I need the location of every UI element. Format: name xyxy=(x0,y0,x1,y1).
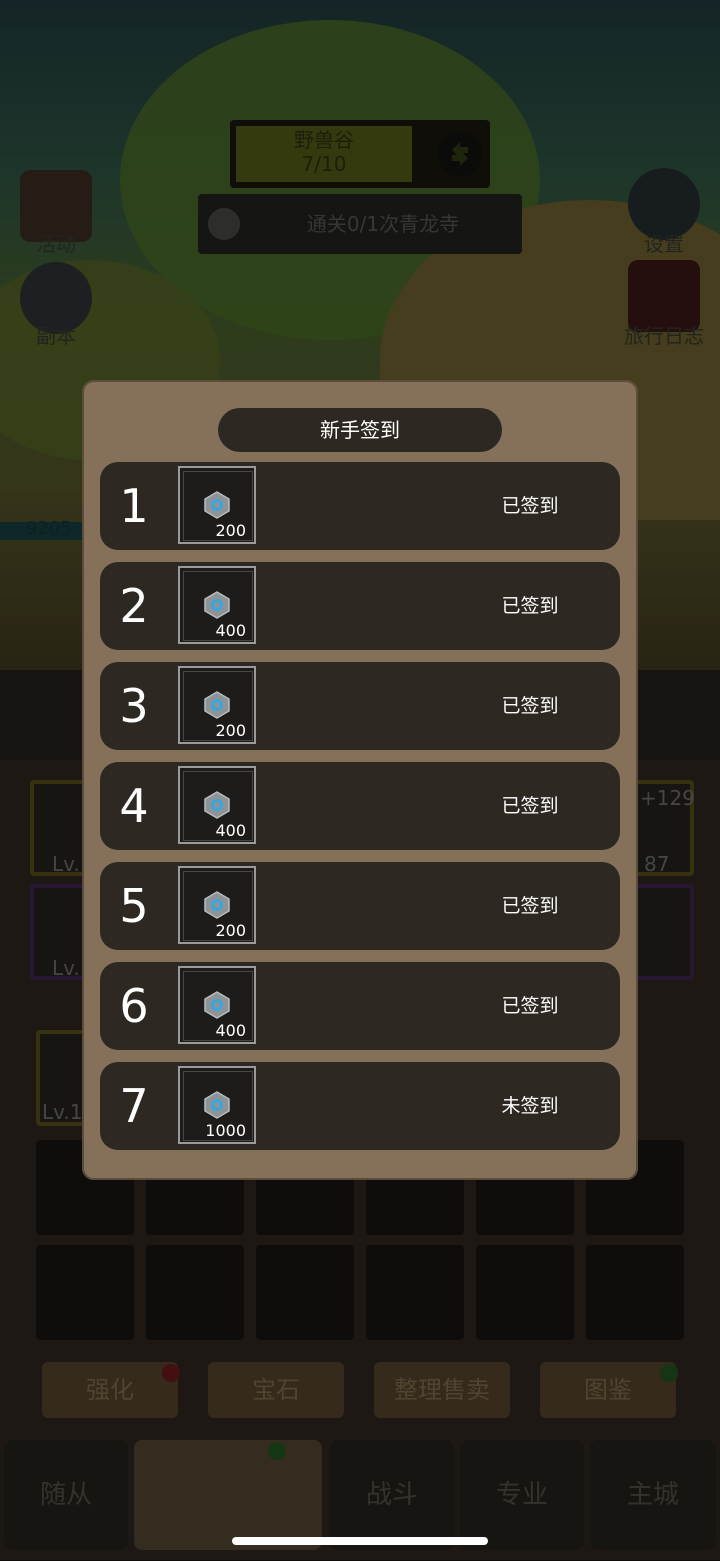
gem-icon xyxy=(204,591,230,619)
reward-quantity: 200 xyxy=(215,721,246,740)
checkin-row[interactable]: 2 400 已签到 xyxy=(100,562,620,650)
reward-quantity: 400 xyxy=(215,621,246,640)
gem-icon xyxy=(204,891,230,919)
newbie-checkin-dialog: 新手签到 1 200 已签到 2 400 已签到 3 200 已签到 4 400… xyxy=(82,380,638,1180)
reward-item: 400 xyxy=(178,966,256,1044)
checkin-row[interactable]: 5 200 已签到 xyxy=(100,862,620,950)
reward-quantity: 400 xyxy=(215,821,246,840)
checkin-status: 已签到 xyxy=(501,495,559,517)
gem-icon xyxy=(204,691,230,719)
checkin-status: 已签到 xyxy=(501,995,559,1017)
gem-icon xyxy=(204,1091,230,1119)
checkin-row[interactable]: 7 1000 未签到 xyxy=(100,1062,620,1150)
reward-quantity: 1000 xyxy=(205,1121,246,1140)
reward-item: 200 xyxy=(178,666,256,744)
day-number: 7 xyxy=(119,1079,149,1133)
reward-item: 400 xyxy=(178,766,256,844)
day-number: 2 xyxy=(119,579,149,633)
checkin-status: 已签到 xyxy=(501,595,559,617)
reward-item: 200 xyxy=(178,466,256,544)
day-number: 4 xyxy=(119,779,149,833)
reward-quantity: 200 xyxy=(215,521,246,540)
gem-icon xyxy=(204,791,230,819)
checkin-status[interactable]: 未签到 xyxy=(480,1062,580,1150)
day-number: 1 xyxy=(119,479,149,533)
checkin-status: 已签到 xyxy=(501,795,559,817)
day-number: 5 xyxy=(119,879,149,933)
reward-item: 200 xyxy=(178,866,256,944)
checkin-status: 已签到 xyxy=(501,895,559,917)
day-number: 3 xyxy=(119,679,149,733)
home-indicator[interactable] xyxy=(232,1537,488,1545)
gem-icon xyxy=(204,491,230,519)
checkin-row[interactable]: 6 400 已签到 xyxy=(100,962,620,1050)
checkin-row[interactable]: 4 400 已签到 xyxy=(100,762,620,850)
reward-item: 1000 xyxy=(178,1066,256,1144)
reward-quantity: 200 xyxy=(215,921,246,940)
gem-icon xyxy=(204,991,230,1019)
checkin-status: 已签到 xyxy=(501,695,559,717)
reward-quantity: 400 xyxy=(215,1021,246,1040)
checkin-row[interactable]: 1 200 已签到 xyxy=(100,462,620,550)
dialog-title: 新手签到 xyxy=(218,408,502,452)
checkin-row[interactable]: 3 200 已签到 xyxy=(100,662,620,750)
day-number: 6 xyxy=(119,979,149,1033)
reward-item: 400 xyxy=(178,566,256,644)
